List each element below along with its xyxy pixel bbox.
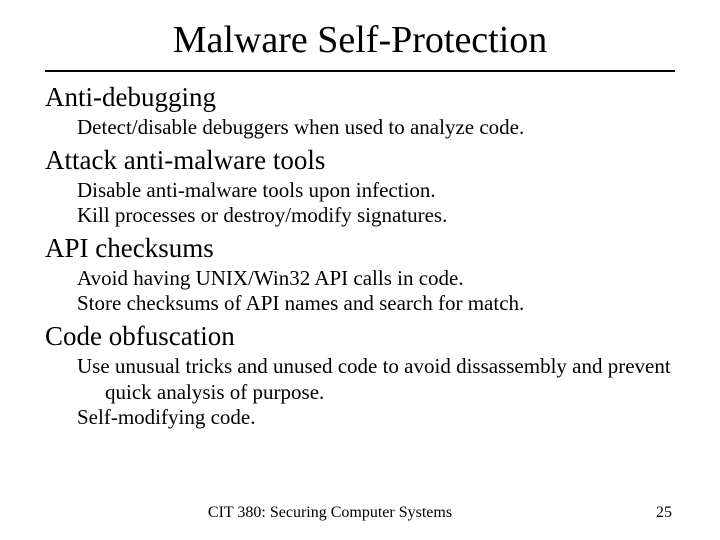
section-body-1: Disable anti-malware tools upon infectio… — [77, 178, 675, 229]
section-line: Kill processes or destroy/modify signatu… — [77, 203, 675, 229]
section-line: Store checksums of API names and search … — [77, 291, 675, 317]
section-line: Self-modifying code. — [77, 405, 675, 431]
footer-page-number: 25 — [656, 504, 672, 522]
section-line: Detect/disable debuggers when used to an… — [77, 115, 675, 141]
section-heading-0: Anti-debugging — [45, 82, 675, 113]
title-underline — [45, 70, 675, 72]
section-heading-3: Code obfuscation — [45, 321, 675, 352]
slide-footer: CIT 380: Securing Computer Systems 25 — [0, 504, 720, 522]
slide-title: Malware Self-Protection — [45, 18, 675, 62]
section-line: Disable anti-malware tools upon infectio… — [77, 178, 675, 204]
section-body-3: Use unusual tricks and unused code to av… — [77, 354, 675, 431]
section-heading-1: Attack anti-malware tools — [45, 145, 675, 176]
section-line: Avoid having UNIX/Win32 API calls in cod… — [77, 266, 675, 292]
section-body-0: Detect/disable debuggers when used to an… — [77, 115, 675, 141]
section-body-2: Avoid having UNIX/Win32 API calls in cod… — [77, 266, 675, 317]
section-line: Use unusual tricks and unused code to av… — [77, 354, 675, 405]
footer-course: CIT 380: Securing Computer Systems — [0, 504, 660, 522]
section-heading-2: API checksums — [45, 233, 675, 264]
